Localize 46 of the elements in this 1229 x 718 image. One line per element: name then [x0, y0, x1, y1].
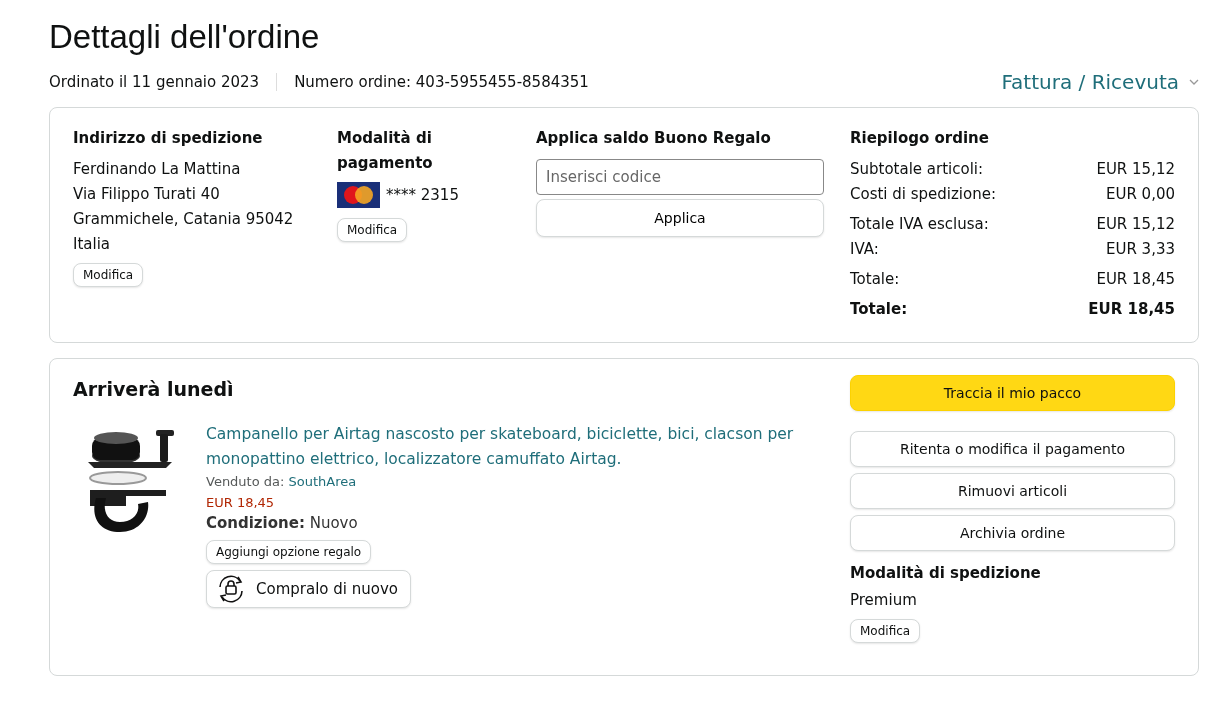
product-title-link[interactable]: Campanello per Airtag nascosto per skateboard, biciclette, bici, clacson per monopattino elettrico, localizzatore camuffato Airtag.: [206, 422, 806, 472]
summary-label: Costi di spedizione:: [850, 184, 996, 205]
shipping-method: Premium: [850, 590, 917, 611]
order-number: Numero ordine: 403-5955455-8584351: [294, 73, 589, 91]
summary-value: EUR 15,12: [1096, 214, 1175, 235]
address-line: Ferdinando La Mattina: [73, 159, 241, 180]
order-date: Ordinato il 11 gennaio 2023: [49, 73, 260, 91]
summary-label: Totale:: [850, 269, 900, 290]
section-heading: Applica saldo Buono Regalo: [536, 128, 772, 149]
edit-button[interactable]: Modifica: [850, 619, 921, 643]
edit-button[interactable]: Modifica: [337, 218, 408, 242]
summary-label: IVA:: [850, 239, 879, 260]
invoice-dropdown[interactable]: Fattura / Ricevuta: [1001, 70, 1199, 94]
action-button[interactable]: Ritenta o modifica il pagamento: [850, 431, 1175, 467]
page-title: Dettagli dell'ordine: [49, 18, 321, 56]
edit-button[interactable]: Modifica: [73, 263, 144, 287]
address-line: Via Filippo Turati 40: [73, 184, 220, 205]
apply-button[interactable]: Applica: [536, 199, 824, 237]
section-heading: Indirizzo di spedizione: [73, 128, 263, 149]
seller-link[interactable]: SouthArea: [288, 474, 357, 489]
summary-value: EUR 18,45: [1096, 269, 1175, 290]
delivery-heading: Arriverà lunedì: [73, 378, 235, 400]
action-button[interactable]: Rimuovi articoli: [850, 473, 1175, 509]
summary-value: EUR 18,45: [1088, 299, 1175, 320]
section-heading: Riepilogo ordine: [850, 128, 989, 149]
track-package-button[interactable]: Traccia il mio pacco: [850, 375, 1175, 411]
address-line: Grammichele, Catania 95042: [73, 209, 294, 230]
summary-label: Subtotale articoli:: [850, 159, 984, 180]
seller-line: Venduto da: SouthArea: [206, 474, 357, 489]
address-line: Italia: [73, 234, 111, 255]
gift-option-button[interactable]: Aggiungi opzione regalo: [206, 540, 372, 564]
credit-card-icon: [337, 182, 380, 208]
section-heading: Modalità di pagamento: [337, 128, 434, 174]
summary-label: Totale:: [850, 299, 908, 320]
code-input-field[interactable]: Inserisci codice: [536, 159, 824, 195]
item-condition: Condizione: Nuovo: [206, 514, 358, 532]
chevron-down-icon: [1189, 79, 1199, 85]
section-heading: Modalità di spedizione: [850, 563, 1041, 584]
card-number: **** 2315: [386, 184, 459, 206]
action-button[interactable]: Archivia ordine: [850, 515, 1175, 551]
item-price: EUR 18,45: [206, 495, 275, 510]
summary-label: Totale IVA esclusa:: [850, 214, 989, 235]
buy-again-button[interactable]: Compralo di nuovo: [206, 570, 411, 608]
summary-value: EUR 3,33: [1105, 239, 1175, 260]
summary-value: EUR 0,00: [1105, 184, 1175, 205]
summary-value: EUR 15,12: [1096, 159, 1175, 180]
